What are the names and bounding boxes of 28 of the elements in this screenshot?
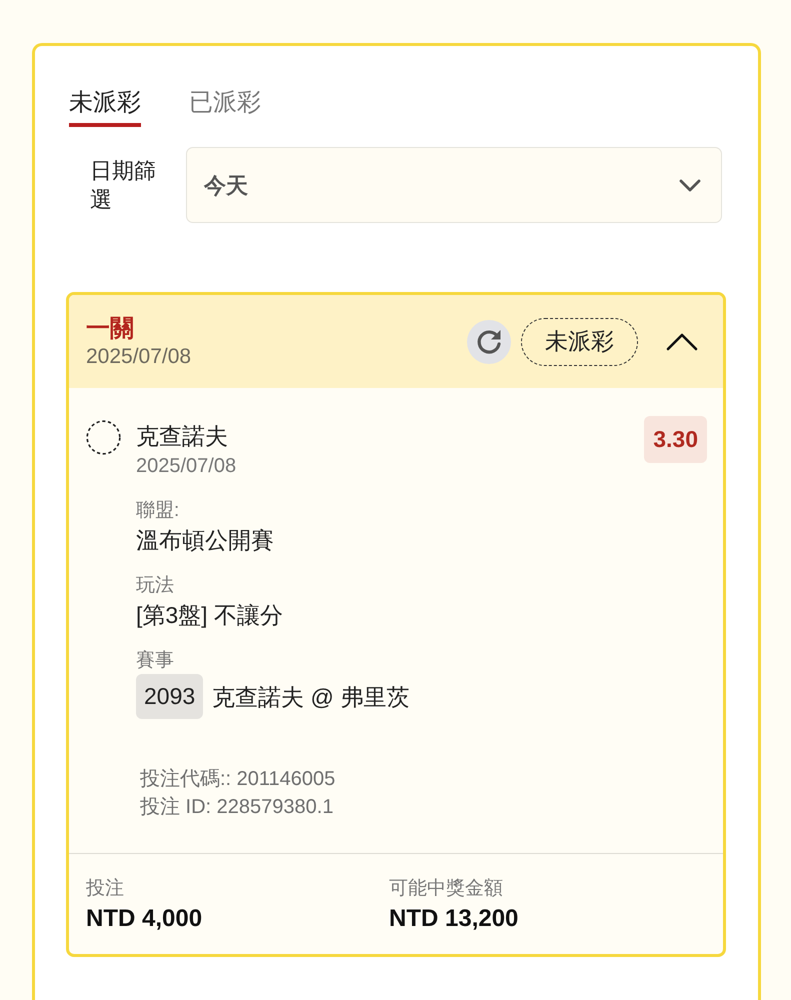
bet-date: 2025/07/08	[86, 344, 192, 370]
payout-amount: NTD 13,200	[389, 904, 520, 934]
field-value: 溫布頓公開賽	[136, 526, 275, 555]
stake-label: 投注	[86, 877, 125, 901]
bet-card-header[interactable]: 一關 2025/07/08 未派彩	[69, 295, 723, 388]
field-value: [第3盤] 不讓分	[136, 601, 284, 630]
bet-type-title: 一關	[86, 314, 135, 344]
bet-id-text: 投注 ID: 228579380.1	[140, 795, 334, 820]
filter-label: 日期篩選	[90, 157, 157, 214]
tab[interactable]: 已派彩	[189, 88, 261, 127]
event-name: 克查諾夫 @ 弗里茨	[212, 682, 410, 712]
dashed-circle-icon	[86, 420, 121, 455]
selection-date: 2025/07/08	[136, 454, 238, 479]
stake-amount: NTD 4,000	[86, 904, 204, 934]
field-label: 聯盟:	[136, 499, 180, 523]
event-number-badge: 2093	[136, 674, 204, 719]
caret-up-icon[interactable]	[666, 332, 698, 350]
payout-label: 可能中獎金額	[389, 877, 504, 901]
selection-name: 克查諾夫	[136, 422, 229, 451]
status-tag: 未派彩	[521, 318, 638, 366]
field-label: 玩法	[136, 574, 175, 598]
date-select[interactable]: 今天	[186, 147, 722, 223]
field-label: 賽事	[136, 649, 175, 673]
bet-code-text: 投注代碼:: 201146005	[140, 767, 336, 792]
odds-badge: 3.30	[644, 416, 707, 463]
chevron-down-icon	[679, 178, 701, 192]
tab[interactable]: 未派彩	[69, 88, 141, 127]
refresh-icon[interactable]	[467, 320, 511, 364]
